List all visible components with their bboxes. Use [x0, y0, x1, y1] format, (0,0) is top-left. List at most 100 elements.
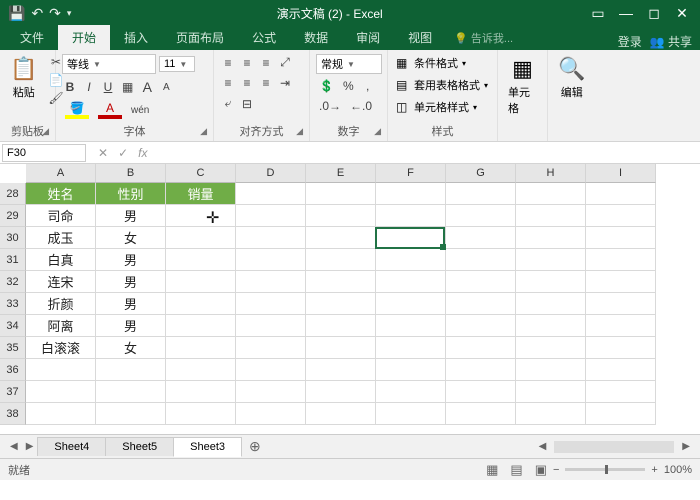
tab-data[interactable]: 数据 [290, 25, 342, 50]
merge-icon[interactable]: ⊟ [239, 96, 255, 112]
cell[interactable] [166, 337, 236, 359]
cell[interactable] [166, 271, 236, 293]
tab-insert[interactable]: 插入 [110, 25, 162, 50]
cell[interactable] [236, 315, 306, 337]
tab-file[interactable]: 文件 [6, 25, 58, 50]
hscroll-right-icon[interactable]: ▶ [678, 441, 694, 452]
underline-button[interactable]: U [100, 79, 116, 95]
cell[interactable]: 姓名 [26, 183, 96, 205]
cell[interactable]: 男 [96, 205, 166, 227]
tell-me[interactable]: 💡 告诉我... [446, 26, 618, 50]
column-header[interactable]: G [446, 164, 516, 183]
redo-icon[interactable]: ↷ [49, 5, 61, 22]
cell[interactable] [516, 271, 586, 293]
fx-icon[interactable]: fx [138, 146, 147, 160]
row-header[interactable]: 28 [0, 183, 26, 205]
increase-decimal-icon[interactable]: .0→ [316, 98, 344, 114]
font-name-combo[interactable]: 等线▼ [62, 54, 156, 74]
border-button[interactable]: ▦ [119, 79, 136, 95]
cell[interactable] [166, 381, 236, 403]
row-header[interactable]: 37 [0, 381, 26, 403]
column-header[interactable]: D [236, 164, 306, 183]
cell[interactable] [446, 381, 516, 403]
cell[interactable] [236, 293, 306, 315]
cell[interactable] [306, 337, 376, 359]
cell[interactable] [586, 359, 656, 381]
cell[interactable] [586, 403, 656, 425]
format-as-table-button[interactable]: ▤套用表格格式▾ [394, 76, 490, 94]
column-header[interactable]: A [26, 164, 96, 183]
cell[interactable] [96, 359, 166, 381]
cell[interactable] [306, 227, 376, 249]
wrap-text-icon[interactable]: ⤶ [220, 95, 236, 112]
phonetic-button[interactable]: wén [128, 104, 152, 117]
cell[interactable] [446, 271, 516, 293]
cell[interactable] [446, 205, 516, 227]
ribbon-options-icon[interactable]: ▭ [586, 5, 610, 22]
align-center-icon[interactable]: ≡ [239, 75, 255, 91]
cell[interactable] [236, 183, 306, 205]
cell[interactable] [306, 205, 376, 227]
font-size-combo[interactable]: 11▼ [159, 56, 195, 72]
cell[interactable] [166, 293, 236, 315]
cell[interactable] [306, 183, 376, 205]
currency-icon[interactable]: 💲 [316, 78, 337, 94]
cell[interactable] [376, 271, 446, 293]
name-box[interactable]: F30 [2, 144, 86, 162]
cell[interactable]: 白真 [26, 249, 96, 271]
cell[interactable] [586, 271, 656, 293]
cell[interactable] [446, 249, 516, 271]
cell[interactable] [306, 359, 376, 381]
cell[interactable] [166, 205, 236, 227]
cancel-formula-icon[interactable]: ✕ [98, 146, 108, 160]
tab-review[interactable]: 审阅 [342, 25, 394, 50]
tab-home[interactable]: 开始 [58, 25, 110, 50]
cell[interactable]: 折颜 [26, 293, 96, 315]
sheet-tab-sheet4[interactable]: Sheet4 [37, 437, 106, 456]
cell[interactable] [376, 205, 446, 227]
launcher-icon[interactable]: ◢ [296, 126, 303, 137]
qat-dropdown-icon[interactable]: ▾ [67, 8, 72, 19]
cell[interactable] [236, 381, 306, 403]
align-top-icon[interactable]: ≡ [220, 55, 236, 71]
decrease-decimal-icon[interactable]: ←.0 [347, 98, 375, 114]
cell[interactable] [236, 271, 306, 293]
tab-layout[interactable]: 页面布局 [162, 25, 238, 50]
cell[interactable] [516, 315, 586, 337]
sheet-nav-next-icon[interactable]: ▶ [22, 441, 38, 452]
login-link[interactable]: 登录 [618, 33, 642, 50]
undo-icon[interactable]: ↶ [31, 5, 43, 22]
align-bottom-icon[interactable]: ≡ [258, 55, 274, 71]
cell[interactable] [236, 359, 306, 381]
cell[interactable]: 阿离 [26, 315, 96, 337]
cell[interactable]: 男 [96, 293, 166, 315]
cell[interactable] [586, 205, 656, 227]
cell[interactable]: 男 [96, 315, 166, 337]
close-icon[interactable]: ✕ [670, 5, 694, 22]
comma-icon[interactable]: , [360, 78, 376, 94]
cell[interactable] [306, 403, 376, 425]
page-layout-view-icon[interactable]: ▤ [504, 462, 528, 478]
sheet-nav-prev-icon[interactable]: ◀ [6, 441, 22, 452]
launcher-icon[interactable]: ◢ [42, 126, 49, 137]
cell[interactable] [166, 249, 236, 271]
zoom-out-icon[interactable]: − [553, 464, 559, 476]
minimize-icon[interactable]: — [614, 5, 638, 22]
row-header[interactable]: 33 [0, 293, 26, 315]
launcher-icon[interactable]: ◢ [374, 126, 381, 137]
fill-color-button[interactable]: 🪣 [62, 100, 92, 120]
cell[interactable]: 销量 [166, 183, 236, 205]
number-format-combo[interactable]: 常规▼ [316, 54, 382, 74]
percent-icon[interactable]: % [340, 78, 357, 94]
hscrollbar[interactable] [554, 441, 674, 453]
cell[interactable] [376, 359, 446, 381]
save-icon[interactable]: 💾 [8, 5, 25, 22]
align-middle-icon[interactable]: ≡ [239, 55, 255, 71]
cell[interactable] [586, 293, 656, 315]
cell[interactable]: 男 [96, 271, 166, 293]
cell[interactable] [586, 249, 656, 271]
shrink-font-button[interactable]: A [158, 81, 174, 94]
paste-button[interactable]: 📋 粘贴 [6, 54, 41, 102]
cell[interactable] [376, 249, 446, 271]
cell-styles-button[interactable]: ◫单元格样式▾ [394, 98, 479, 116]
